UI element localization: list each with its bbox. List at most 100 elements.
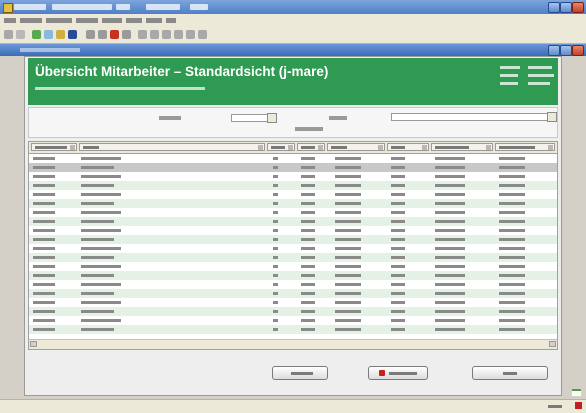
table-cell bbox=[391, 229, 405, 232]
close-icon[interactable] bbox=[572, 45, 584, 56]
menu-item[interactable] bbox=[126, 18, 142, 23]
table-row[interactable] bbox=[29, 226, 557, 235]
menu-item[interactable] bbox=[146, 18, 162, 23]
column-header[interactable] bbox=[267, 143, 295, 151]
minimize-icon[interactable] bbox=[548, 2, 560, 13]
red-x-icon[interactable] bbox=[575, 402, 582, 409]
table-row[interactable] bbox=[29, 235, 557, 244]
toolbar-icon[interactable] bbox=[138, 30, 147, 39]
action-button-1[interactable] bbox=[272, 366, 328, 380]
table-cell bbox=[335, 274, 361, 277]
close-icon[interactable] bbox=[572, 2, 584, 13]
table-row[interactable] bbox=[29, 154, 557, 163]
table-row[interactable] bbox=[29, 289, 557, 298]
filter-search-dropdown[interactable] bbox=[547, 112, 557, 122]
column-header[interactable] bbox=[495, 143, 555, 151]
column-header[interactable] bbox=[387, 143, 429, 151]
table-row[interactable] bbox=[29, 298, 557, 307]
table-cell bbox=[301, 220, 315, 223]
table-row[interactable] bbox=[29, 163, 557, 172]
table-row[interactable] bbox=[29, 172, 557, 181]
table-cell bbox=[81, 157, 121, 160]
table-row[interactable] bbox=[29, 280, 557, 289]
table-row[interactable] bbox=[29, 199, 557, 208]
action-button-3[interactable] bbox=[472, 366, 548, 380]
table-cell bbox=[391, 310, 405, 313]
toolbar-icon[interactable] bbox=[44, 30, 53, 39]
horizontal-scrollbar[interactable] bbox=[29, 339, 557, 349]
toolbar-icon[interactable] bbox=[174, 30, 183, 39]
toolbar-icon[interactable] bbox=[198, 30, 207, 39]
column-header[interactable] bbox=[31, 143, 77, 151]
table-cell bbox=[33, 175, 55, 178]
scroll-right-button[interactable] bbox=[549, 341, 556, 347]
table-row[interactable] bbox=[29, 325, 557, 334]
page-header: Übersicht Mitarbeiter – Standardsicht (j… bbox=[28, 58, 558, 105]
table-row[interactable] bbox=[29, 316, 557, 325]
table-cell bbox=[499, 229, 525, 232]
table-cell bbox=[33, 328, 55, 331]
table-cell bbox=[301, 310, 315, 313]
table-cell bbox=[33, 274, 55, 277]
menu-item[interactable] bbox=[46, 18, 72, 23]
table-cell bbox=[499, 157, 525, 160]
table-header bbox=[29, 142, 557, 154]
menu-item[interactable] bbox=[4, 18, 16, 23]
scroll-left-button[interactable] bbox=[30, 341, 37, 347]
toolbar-icon[interactable] bbox=[68, 30, 77, 39]
toolbar-icon[interactable] bbox=[16, 30, 25, 39]
table-cell bbox=[301, 274, 315, 277]
menu-item[interactable] bbox=[76, 18, 98, 23]
table-cell bbox=[33, 310, 55, 313]
table-row[interactable] bbox=[29, 217, 557, 226]
table-row[interactable] bbox=[29, 271, 557, 280]
menu-item[interactable] bbox=[20, 18, 42, 23]
toolbar-icon[interactable] bbox=[122, 30, 131, 39]
column-header[interactable] bbox=[297, 143, 325, 151]
maximize-icon[interactable] bbox=[560, 2, 572, 13]
toolbar-icon[interactable] bbox=[150, 30, 159, 39]
toolbar-icon[interactable] bbox=[110, 30, 119, 39]
table-cell bbox=[273, 274, 278, 277]
toolbar-icon[interactable] bbox=[32, 30, 41, 39]
table-cell bbox=[499, 256, 525, 259]
column-header[interactable] bbox=[327, 143, 385, 151]
table-row[interactable] bbox=[29, 253, 557, 262]
table-cell bbox=[81, 211, 121, 214]
table-cell bbox=[273, 238, 278, 241]
column-header[interactable] bbox=[79, 143, 265, 151]
table-row[interactable] bbox=[29, 262, 557, 271]
filter-input[interactable] bbox=[231, 114, 269, 122]
table-row[interactable] bbox=[29, 190, 557, 199]
menu-item[interactable] bbox=[102, 18, 122, 23]
toolbar-icon[interactable] bbox=[98, 30, 107, 39]
toolbar-icon[interactable] bbox=[4, 30, 13, 39]
table-cell bbox=[499, 175, 525, 178]
table-cell bbox=[273, 247, 278, 250]
table-cell bbox=[499, 265, 525, 268]
filter-search-input[interactable] bbox=[391, 113, 549, 121]
table-row[interactable] bbox=[29, 307, 557, 316]
header-meta bbox=[500, 66, 520, 69]
table-row[interactable] bbox=[29, 244, 557, 253]
column-header[interactable] bbox=[431, 143, 493, 151]
table-cell bbox=[301, 301, 315, 304]
header-subtitle bbox=[35, 87, 205, 90]
toolbar-icon[interactable] bbox=[162, 30, 171, 39]
table-row[interactable] bbox=[29, 208, 557, 217]
toolbar-icon[interactable] bbox=[56, 30, 65, 39]
table-row[interactable] bbox=[29, 181, 557, 190]
filter-dropdown[interactable] bbox=[267, 113, 277, 123]
table-cell bbox=[499, 301, 525, 304]
menu-item[interactable] bbox=[166, 18, 176, 23]
action-button-2[interactable] bbox=[368, 366, 428, 380]
table-cell bbox=[33, 283, 55, 286]
resize-grip[interactable] bbox=[572, 389, 581, 396]
maximize-icon[interactable] bbox=[560, 45, 572, 56]
table-cell bbox=[335, 247, 361, 250]
toolbar-icon[interactable] bbox=[186, 30, 195, 39]
app-icon bbox=[3, 3, 13, 13]
child-window-bar bbox=[0, 44, 586, 56]
minimize-icon[interactable] bbox=[548, 45, 560, 56]
toolbar-icon[interactable] bbox=[86, 30, 95, 39]
